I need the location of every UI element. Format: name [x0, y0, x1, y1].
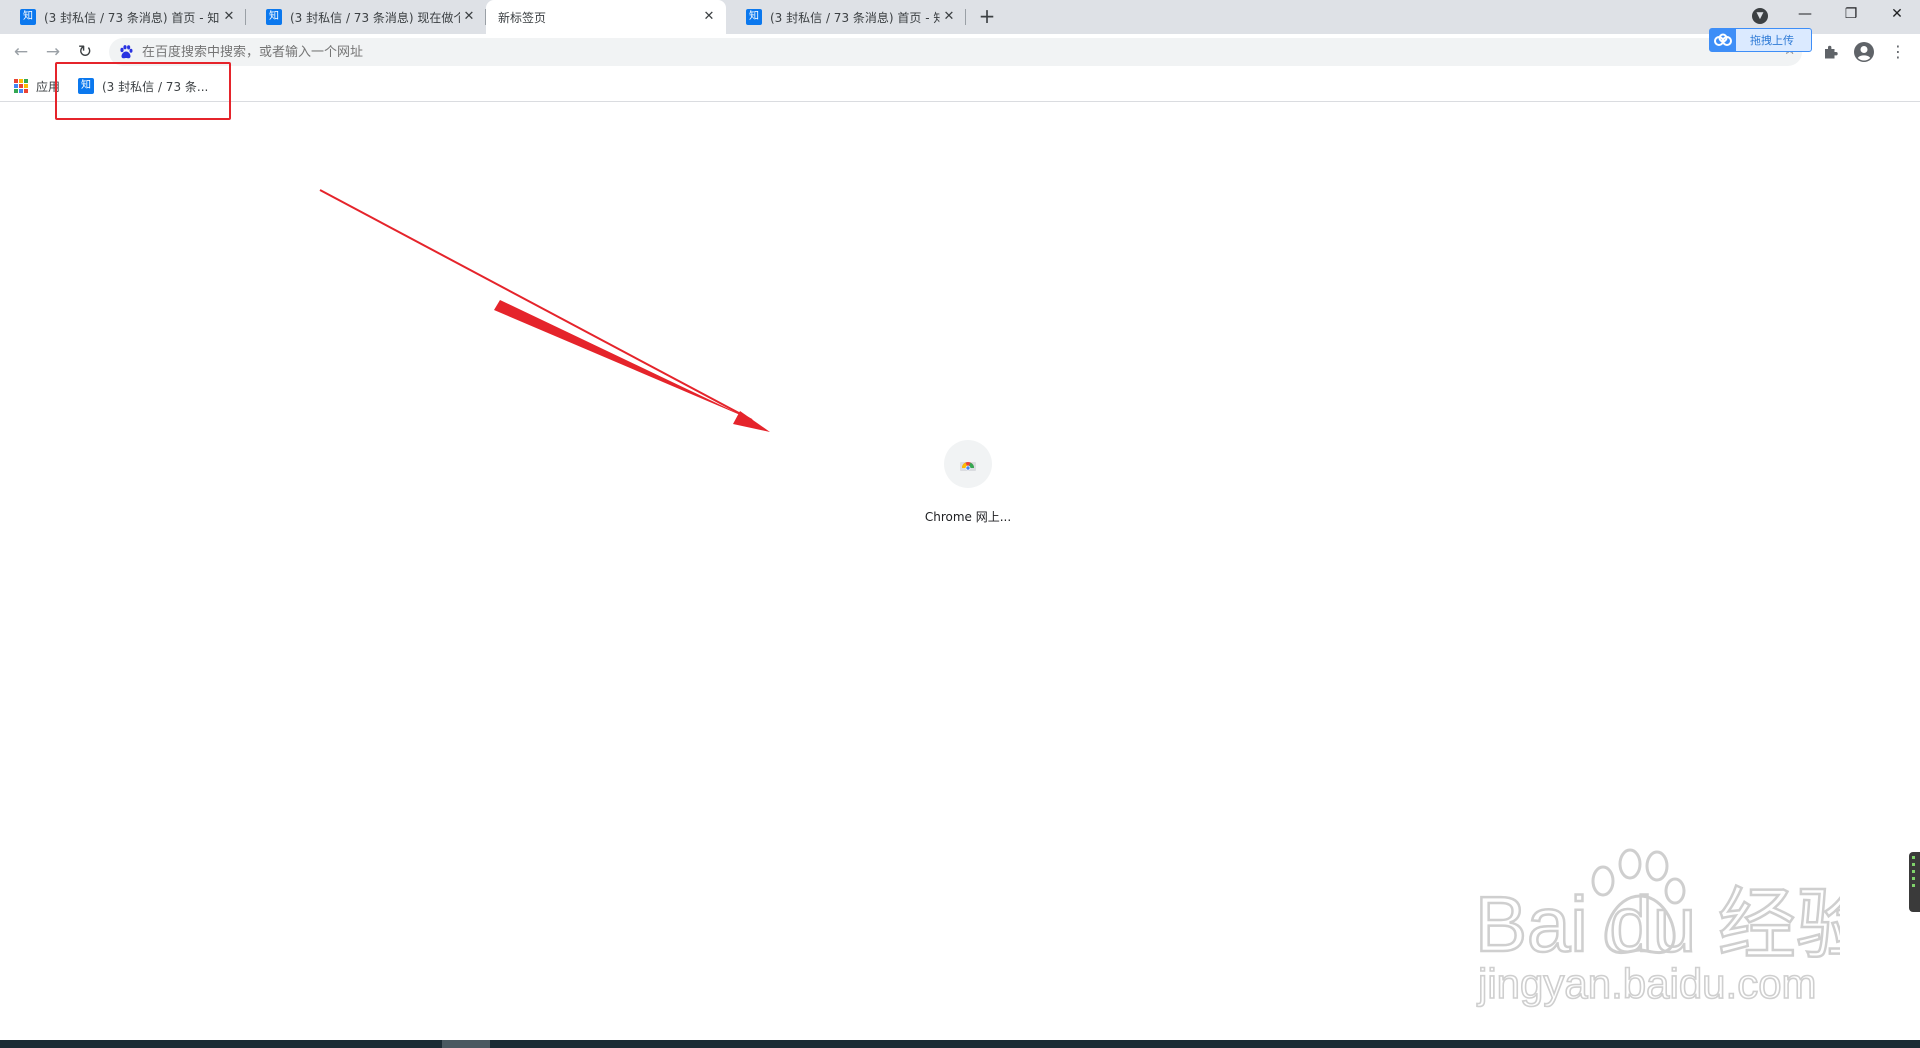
taskbar-active-app[interactable]	[442, 1040, 490, 1048]
apps-shortcut[interactable]: 应用	[14, 76, 60, 96]
tab-close-icon[interactable]: ✕	[700, 8, 718, 26]
annotation-highlight-box	[55, 62, 231, 120]
tab-close-icon[interactable]: ✕	[460, 8, 478, 26]
zhihu-favicon-icon: 知	[746, 9, 762, 25]
browser-toolbar: ← → ↻ ☆ ⋮	[0, 34, 1920, 70]
tab-title: (3 封私信 / 73 条消息) 首页 - 知	[770, 10, 940, 25]
chrome-web-store-icon	[960, 462, 976, 471]
back-button[interactable]: ←	[9, 40, 33, 64]
drag-upload-button[interactable]: 拖拽上传	[1709, 28, 1812, 52]
tab-title: (3 封私信 / 73 条消息) 首页 - 知	[44, 10, 220, 25]
upload-label: 拖拽上传	[1750, 34, 1794, 47]
tab-title: (3 封私信 / 73 条消息) 现在做个	[290, 10, 460, 25]
shortcut-chrome-web-store[interactable]: Chrome 网上...	[912, 436, 1024, 536]
tab-close-icon[interactable]: ✕	[940, 8, 958, 26]
new-tab-button[interactable]: +	[976, 6, 998, 28]
tab-strip: 知 (3 封私信 / 73 条消息) 首页 - 知 ✕ 知 (3 封私信 / 7…	[0, 0, 1920, 34]
watermark-brand: Bai du 经验	[1475, 880, 1840, 968]
zhihu-favicon-icon: 知	[20, 9, 36, 25]
reload-button[interactable]: ↻	[73, 40, 97, 64]
tab-title: 新标签页	[498, 10, 547, 25]
tab-new-tab-active[interactable]: 新标签页 ✕	[486, 0, 726, 34]
baidu-jingyan-watermark: Bai du 经验 jingyan.baidu.com	[1474, 848, 1840, 1008]
os-taskbar	[0, 1040, 1920, 1048]
zhihu-favicon-icon: 知	[266, 9, 282, 25]
tab-search-icon[interactable]: ▼	[1752, 8, 1768, 24]
minimize-button[interactable]: —	[1782, 0, 1828, 30]
baidu-paw-icon	[120, 45, 133, 59]
close-window-button[interactable]: ✕	[1874, 0, 1920, 30]
bookmarks-bar: 应用 知 (3 封私信 / 73 条...	[0, 70, 1920, 102]
chrome-menu-icon[interactable]: ⋮	[1890, 41, 1906, 63]
shortcut-icon-circle	[944, 440, 992, 488]
tab-zhihu-home-2[interactable]: 知 (3 封私信 / 73 条消息) 首页 - 知 ✕	[726, 0, 966, 34]
profile-avatar-icon[interactable]	[1853, 41, 1875, 63]
apps-grid-icon	[14, 79, 28, 93]
watermark-url: jingyan.baidu.com	[1476, 960, 1817, 1007]
forward-button[interactable]: →	[41, 40, 65, 64]
tab-zhihu-question[interactable]: 知 (3 封私信 / 73 条消息) 现在做个 ✕	[246, 0, 486, 34]
tab-close-icon[interactable]: ✕	[220, 8, 238, 26]
tab-zhihu-home-1[interactable]: 知 (3 封私信 / 73 条消息) 首页 - 知 ✕	[0, 0, 246, 34]
extensions-puzzle-icon[interactable]	[1822, 43, 1840, 61]
baidu-netdisk-icon	[1710, 29, 1736, 51]
restore-button[interactable]: ❐	[1828, 0, 1874, 30]
shortcut-label: Chrome 网上...	[924, 510, 1012, 524]
edge-monitor-widget[interactable]	[1909, 852, 1920, 912]
omnibox-input[interactable]	[142, 44, 1342, 60]
address-bar[interactable]	[109, 38, 1802, 66]
